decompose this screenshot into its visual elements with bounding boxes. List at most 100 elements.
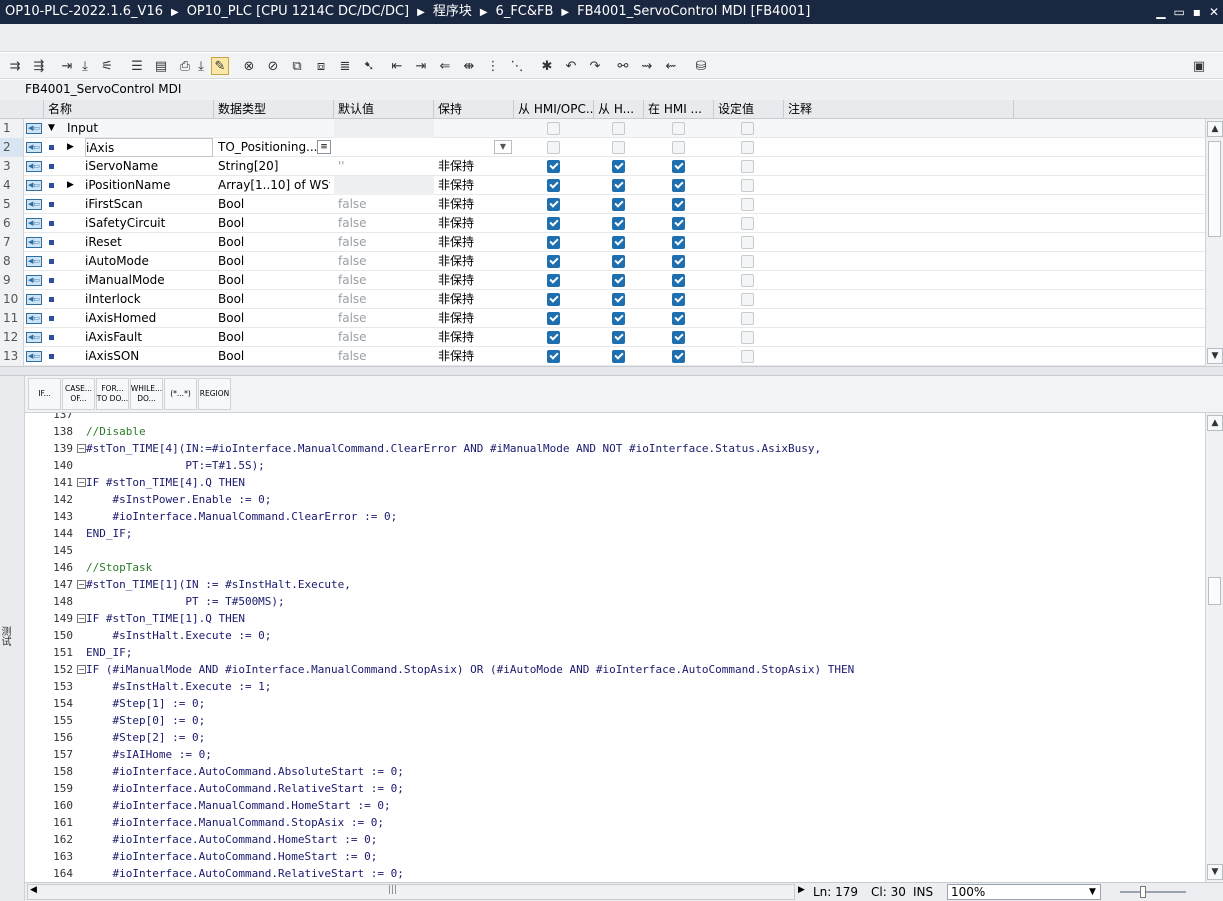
table-row[interactable]: 7 ◀▭ iReset Bool false 非保持 [0, 233, 1205, 252]
code-line[interactable]: #sInstHalt.Execute := 1; [86, 678, 271, 695]
table-row[interactable]: 4◀▭ ▶ iPositionName Array[1..10] of WSt... 非… [0, 176, 1205, 195]
table-row[interactable]: 11 ◀▭ iAxisHomed Bool false 非保持 [0, 309, 1205, 328]
param-default[interactable] [334, 138, 434, 157]
hmi3-checkbox[interactable] [672, 350, 685, 363]
param-retain[interactable]: 非保持 [438, 271, 514, 290]
table-row[interactable]: 3 ◀▭ iServoName String[20] '' 非保持 [0, 157, 1205, 176]
param-retain[interactable]: 非保持 [438, 195, 514, 214]
param-type[interactable]: Bool [218, 290, 330, 309]
table-row[interactable]: 6 ◀▭ iSafetyCircuit Bool false 非保持 [0, 214, 1205, 233]
code-line[interactable]: PT:=T#1.5S); [86, 457, 264, 474]
code-line[interactable]: #Step[2] := 0; [86, 729, 205, 746]
side-label[interactable]: 测试 [0, 626, 12, 646]
param-default[interactable]: false [334, 252, 434, 271]
hmi1-checkbox[interactable] [547, 331, 560, 344]
col-name-header[interactable]: 名称 [44, 100, 214, 119]
col-type-header[interactable]: 数据类型 [214, 100, 334, 119]
hmi1-checkbox[interactable] [547, 350, 560, 363]
code-scrollbar[interactable]: ▲ ▼ [1205, 413, 1223, 882]
code-line[interactable]: IF #stTon_TIME[1].Q THEN [86, 610, 245, 627]
hmi2-checkbox[interactable] [612, 160, 625, 173]
breadcrumb-item[interactable]: 6_FC&FB [496, 4, 554, 19]
zoom-slider-handle[interactable] [1140, 886, 1146, 898]
compare-icon[interactable]: ⧈ [312, 57, 330, 75]
align-icon[interactable]: ⇼ [460, 57, 478, 75]
hmi1-checkbox[interactable] [547, 179, 560, 192]
param-name[interactable]: iSafetyCircuit [85, 214, 213, 233]
param-type[interactable]: Array[1..10] of WSt... [218, 176, 330, 195]
monitor-icon[interactable]: ⚟ [98, 57, 116, 75]
param-retain[interactable]: 非保持 [438, 309, 514, 328]
hmi1-checkbox[interactable] [547, 274, 560, 287]
code-line[interactable]: //StopTask [86, 559, 152, 576]
code-line[interactable]: #Step[1] := 0; [86, 695, 205, 712]
param-default[interactable]: false [334, 347, 434, 366]
uncomment-icon[interactable]: ⋱ [508, 57, 526, 75]
hmi1-checkbox[interactable] [547, 312, 560, 325]
hmi1-checkbox[interactable] [547, 236, 560, 249]
edit-mode-icon[interactable]: ✎ [211, 57, 229, 75]
download-icon[interactable]: ⤓ [76, 57, 94, 75]
window-layout-icon[interactable]: ▣ [1190, 57, 1208, 75]
table-row[interactable]: 12 ◀▭ iAxisFault Bool false 非保持 [0, 328, 1205, 347]
tile-button[interactable]: ▪ [1193, 0, 1201, 24]
param-name[interactable]: iAxisFault [85, 328, 213, 347]
scroll-thumb[interactable] [1208, 141, 1221, 237]
param-type[interactable] [218, 119, 330, 138]
scroll-grip-icon[interactable]: ||| [388, 885, 397, 895]
hmi2-checkbox[interactable] [612, 122, 625, 135]
code-line[interactable]: #sInstHalt.Execute := 0; [86, 627, 271, 644]
fold-toggle-icon[interactable]: − [77, 614, 86, 623]
fold-toggle-icon[interactable]: − [77, 444, 86, 453]
param-default[interactable]: false [334, 233, 434, 252]
hmi2-checkbox[interactable] [612, 331, 625, 344]
snippet-button[interactable]: CASE... OF... [62, 378, 95, 410]
setpoint-checkbox[interactable] [741, 179, 754, 192]
snippet-button[interactable]: (*...*) [164, 378, 197, 410]
snippet-button[interactable]: FOR... TO DO... [96, 378, 129, 410]
setpoint-checkbox[interactable] [741, 255, 754, 268]
scroll-up-icon[interactable]: ▲ [1207, 121, 1223, 137]
param-name[interactable]: iFirstScan [85, 195, 213, 214]
param-type[interactable]: Bool [218, 195, 330, 214]
arrow-down-icon[interactable]: ⤓ [192, 57, 210, 75]
param-retain[interactable]: 非保持 [438, 252, 514, 271]
clear-icon[interactable]: ⊘ [264, 57, 282, 75]
param-type[interactable]: Bool [218, 271, 330, 290]
setpoint-checkbox[interactable] [741, 274, 754, 287]
code-line[interactable]: #ioInterface.ManualCommand.HomeStart := … [86, 797, 390, 814]
param-retain[interactable]: 非保持 [438, 290, 514, 309]
col-default-header[interactable]: 默认值 [334, 100, 434, 119]
expand-all-icon[interactable]: ⇥ [58, 57, 76, 75]
hmi2-checkbox[interactable] [612, 179, 625, 192]
snippet-button[interactable]: REGION [198, 378, 231, 410]
table-row[interactable]: 1 ◀▭ ▼ Input [0, 119, 1205, 138]
hmi3-checkbox[interactable] [672, 217, 685, 230]
param-name[interactable]: iPositionName [85, 176, 213, 195]
align-left-icon[interactable]: ⇐ [436, 57, 454, 75]
param-retain[interactable]: 非保持 [438, 214, 514, 233]
setpoint-checkbox[interactable] [741, 160, 754, 173]
code-line[interactable]: #stTon_TIME[1](IN := #sInstHalt.Execute, [86, 576, 351, 593]
param-name[interactable]: iReset [85, 233, 213, 252]
param-retain[interactable]: 非保持 [438, 347, 514, 366]
expand-arrow-icon[interactable]: ▶ [67, 176, 74, 195]
hmi2-checkbox[interactable] [612, 274, 625, 287]
scroll-down-icon[interactable]: ▼ [1207, 864, 1223, 880]
glasses-icon[interactable]: ⚯ [614, 57, 632, 75]
param-default[interactable]: false [334, 309, 434, 328]
param-default[interactable]: false [334, 328, 434, 347]
col-retain-header[interactable]: 保持 [434, 100, 514, 119]
code-line[interactable]: IF (#iManualMode AND #ioInterface.Manual… [86, 661, 854, 678]
param-name[interactable]: iAxisHomed [85, 309, 213, 328]
param-name[interactable]: iAutoMode [85, 252, 213, 271]
code-line[interactable]: #ioInterface.AutoCommand.AbsoluteStart :… [86, 763, 403, 780]
setpoint-checkbox[interactable] [741, 122, 754, 135]
col-hmi-write-header[interactable]: 从 H... [594, 100, 644, 119]
outdent-icon[interactable]: ⇤ [388, 57, 406, 75]
col-setpoint-header[interactable]: 设定值 [714, 100, 784, 119]
setpoint-checkbox[interactable] [741, 141, 754, 154]
hmi2-checkbox[interactable] [612, 255, 625, 268]
watch-icon[interactable]: ⇝ [638, 57, 656, 75]
hmi2-checkbox[interactable] [612, 312, 625, 325]
